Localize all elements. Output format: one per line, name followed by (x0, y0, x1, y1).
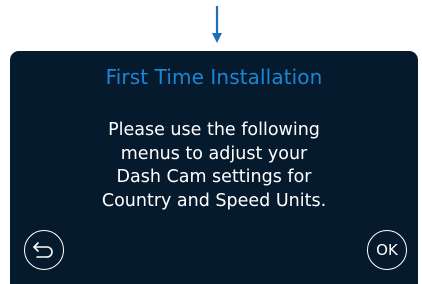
return-arrow-icon (33, 242, 53, 258)
dashcam-screen: First Time Installation Please use the f… (10, 51, 418, 284)
message-line: Country and Speed Units. (101, 190, 327, 211)
ok-button[interactable]: OK (367, 230, 407, 270)
down-arrow-icon (212, 6, 222, 43)
dialog-title: First Time Installation (105, 65, 323, 89)
message-line: menus to adjust your (120, 143, 308, 164)
back-button[interactable] (24, 230, 64, 270)
dialog-message: Please use the following menus to adjust… (40, 119, 388, 213)
message-line: Dash Cam settings for (116, 167, 312, 187)
message-line: Please use the following (108, 120, 320, 140)
